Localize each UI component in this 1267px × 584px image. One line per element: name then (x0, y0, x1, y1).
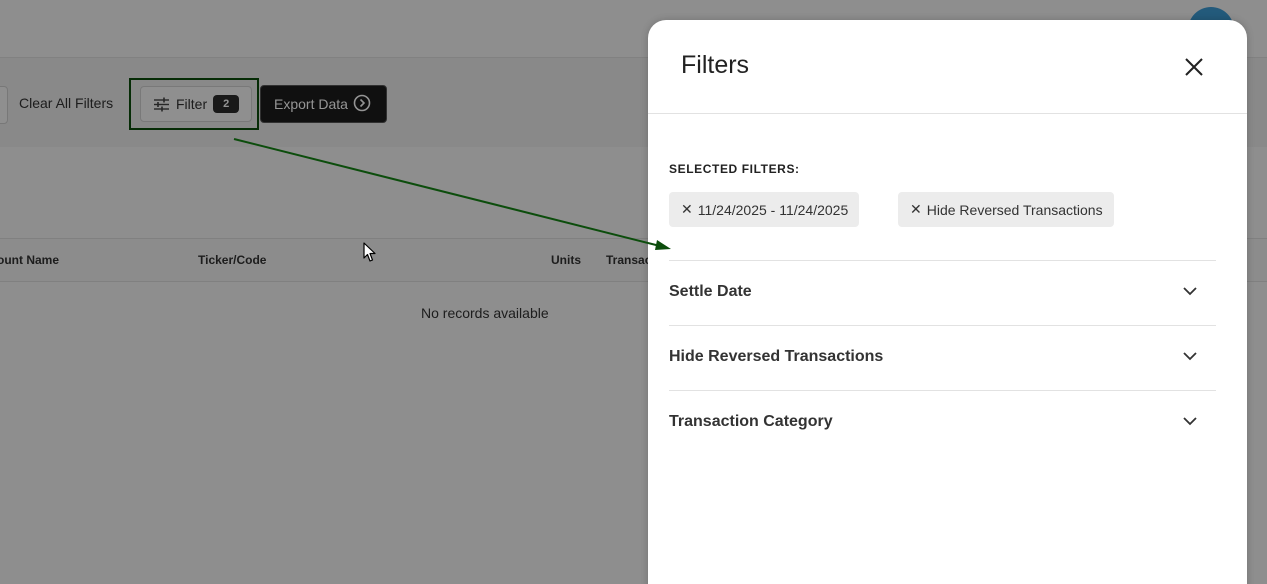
mouse-cursor-icon (363, 242, 377, 268)
chevron-down-icon (1183, 348, 1197, 366)
chevron-down-icon (1183, 283, 1197, 301)
section-transaction-category[interactable]: Transaction Category (669, 390, 1216, 454)
section-settle-date[interactable]: Settle Date (669, 260, 1216, 324)
filter-chip-date-range[interactable]: ✕ 11/24/2025 - 11/24/2025 (669, 192, 860, 227)
chevron-down-icon (1183, 413, 1197, 431)
section-label: Transaction Category (669, 413, 833, 430)
filters-drawer: Filters SELECTED FILTERS: ✕ 11/24/2025 -… (648, 20, 1247, 584)
filter-chip-label: 11/24/2025 - 11/24/2025 (697, 201, 849, 218)
selected-filters-label: SELECTED FILTERS: (669, 162, 800, 176)
close-icon[interactable] (1184, 57, 1204, 77)
drawer-title: Filters (681, 51, 750, 79)
section-label: Hide Reversed Transactions (669, 348, 884, 365)
x-icon[interactable]: ✕ (910, 201, 922, 218)
drawer-divider (648, 113, 1247, 114)
x-icon[interactable]: ✕ (681, 201, 693, 218)
app-page: Clear All Filters Filter 2 Export Data o… (0, 0, 1267, 584)
section-label: Settle Date (669, 283, 752, 300)
filter-chip-label: Hide Reversed Transactions (926, 201, 1103, 218)
filter-chip-hide-reversed[interactable]: ✕ Hide Reversed Transactions (898, 192, 1114, 227)
section-hide-reversed[interactable]: Hide Reversed Transactions (669, 325, 1216, 389)
